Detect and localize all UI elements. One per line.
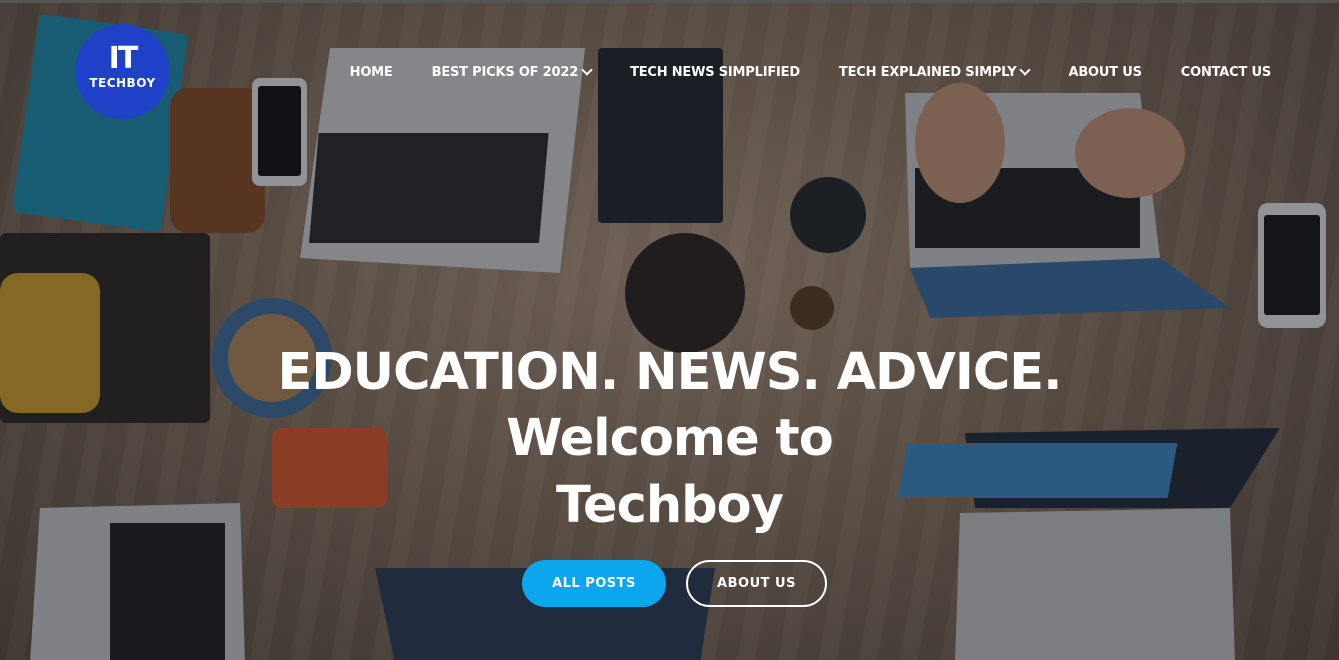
nav-item-best-picks[interactable]: BEST PICKS OF 2022 — [431, 61, 593, 84]
hero-section: IT TECHBOY HOME BEST PICKS OF 2022 TECH … — [0, 0, 1339, 660]
chevron-down-icon — [581, 63, 593, 76]
nav-item-label: TECH EXPLAINED SIMPLY — [838, 65, 1017, 80]
nav-item-about[interactable]: ABOUT US — [1068, 61, 1141, 84]
nav-item-label: HOME — [349, 65, 393, 80]
logo-text: TECHBOY — [89, 76, 156, 90]
nav-item-home[interactable]: HOME — [350, 61, 393, 84]
hero-welcome: Welcome to — [506, 409, 834, 468]
main-nav: HOME BEST PICKS OF 2022 TECH NEWS SIMPLI… — [311, 61, 1271, 84]
chevron-down-icon — [1019, 63, 1032, 76]
nav-item-label: ABOUT US — [1068, 65, 1142, 80]
hero-buttons: ALL POSTS ABOUT US — [522, 560, 827, 607]
hero-headline: EDUCATION. NEWS. ADVICE. Welcome to Tech… — [0, 341, 1339, 539]
hero-site-name: Techboy — [556, 476, 784, 535]
nav-item-label: TECH NEWS SIMPLIFIED — [630, 65, 800, 80]
about-us-button[interactable]: ABOUT US — [686, 560, 827, 607]
nav-item-contact[interactable]: CONTACT US — [1181, 61, 1271, 84]
nav-item-tech-news[interactable]: TECH NEWS SIMPLIFIED — [630, 61, 800, 84]
nav-item-label: CONTACT US — [1180, 65, 1271, 80]
hero-tagline: EDUCATION. NEWS. ADVICE. — [277, 343, 1063, 402]
nav-item-label: BEST PICKS OF 2022 — [431, 65, 579, 80]
site-logo[interactable]: IT TECHBOY — [75, 24, 170, 119]
all-posts-button[interactable]: ALL POSTS — [522, 560, 666, 607]
logo-mark: IT — [108, 41, 139, 76]
nav-item-tech-explained[interactable]: TECH EXPLAINED SIMPLY — [838, 61, 1032, 84]
